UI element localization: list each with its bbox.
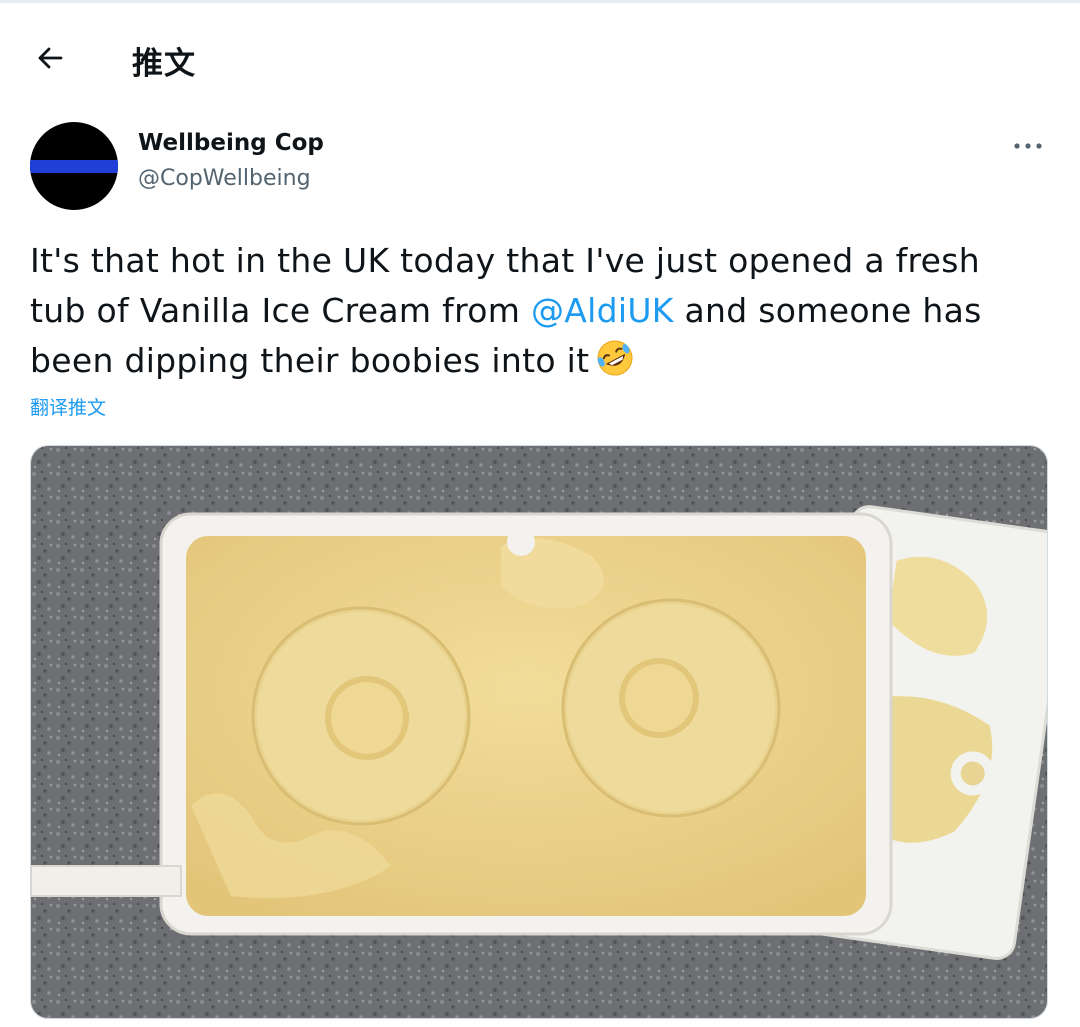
author-display-name[interactable]: Wellbeing Cop bbox=[138, 130, 324, 156]
tweet-text: It's that hot in the UK today that I've … bbox=[30, 236, 1030, 392]
translate-tweet-link[interactable]: 翻译推文 bbox=[30, 393, 106, 420]
page-title: 推文 bbox=[132, 46, 196, 82]
more-horizontal-icon bbox=[1014, 143, 1042, 149]
rolling-laughing-emoji-icon bbox=[595, 338, 635, 392]
back-button[interactable] bbox=[24, 32, 76, 84]
ice-cream-tub-photo bbox=[31, 446, 1047, 1018]
author-handle[interactable]: @CopWellbeing bbox=[138, 166, 311, 191]
tweet-media-photo[interactable] bbox=[30, 445, 1048, 1019]
top-divider bbox=[0, 0, 1080, 3]
avatar[interactable] bbox=[30, 122, 118, 210]
header: 推文 bbox=[0, 10, 1080, 100]
mention-link[interactable]: @AldiUK bbox=[531, 291, 674, 330]
avatar-stripe bbox=[30, 160, 118, 173]
arrow-left-icon bbox=[38, 47, 63, 69]
more-button[interactable] bbox=[1006, 130, 1050, 162]
